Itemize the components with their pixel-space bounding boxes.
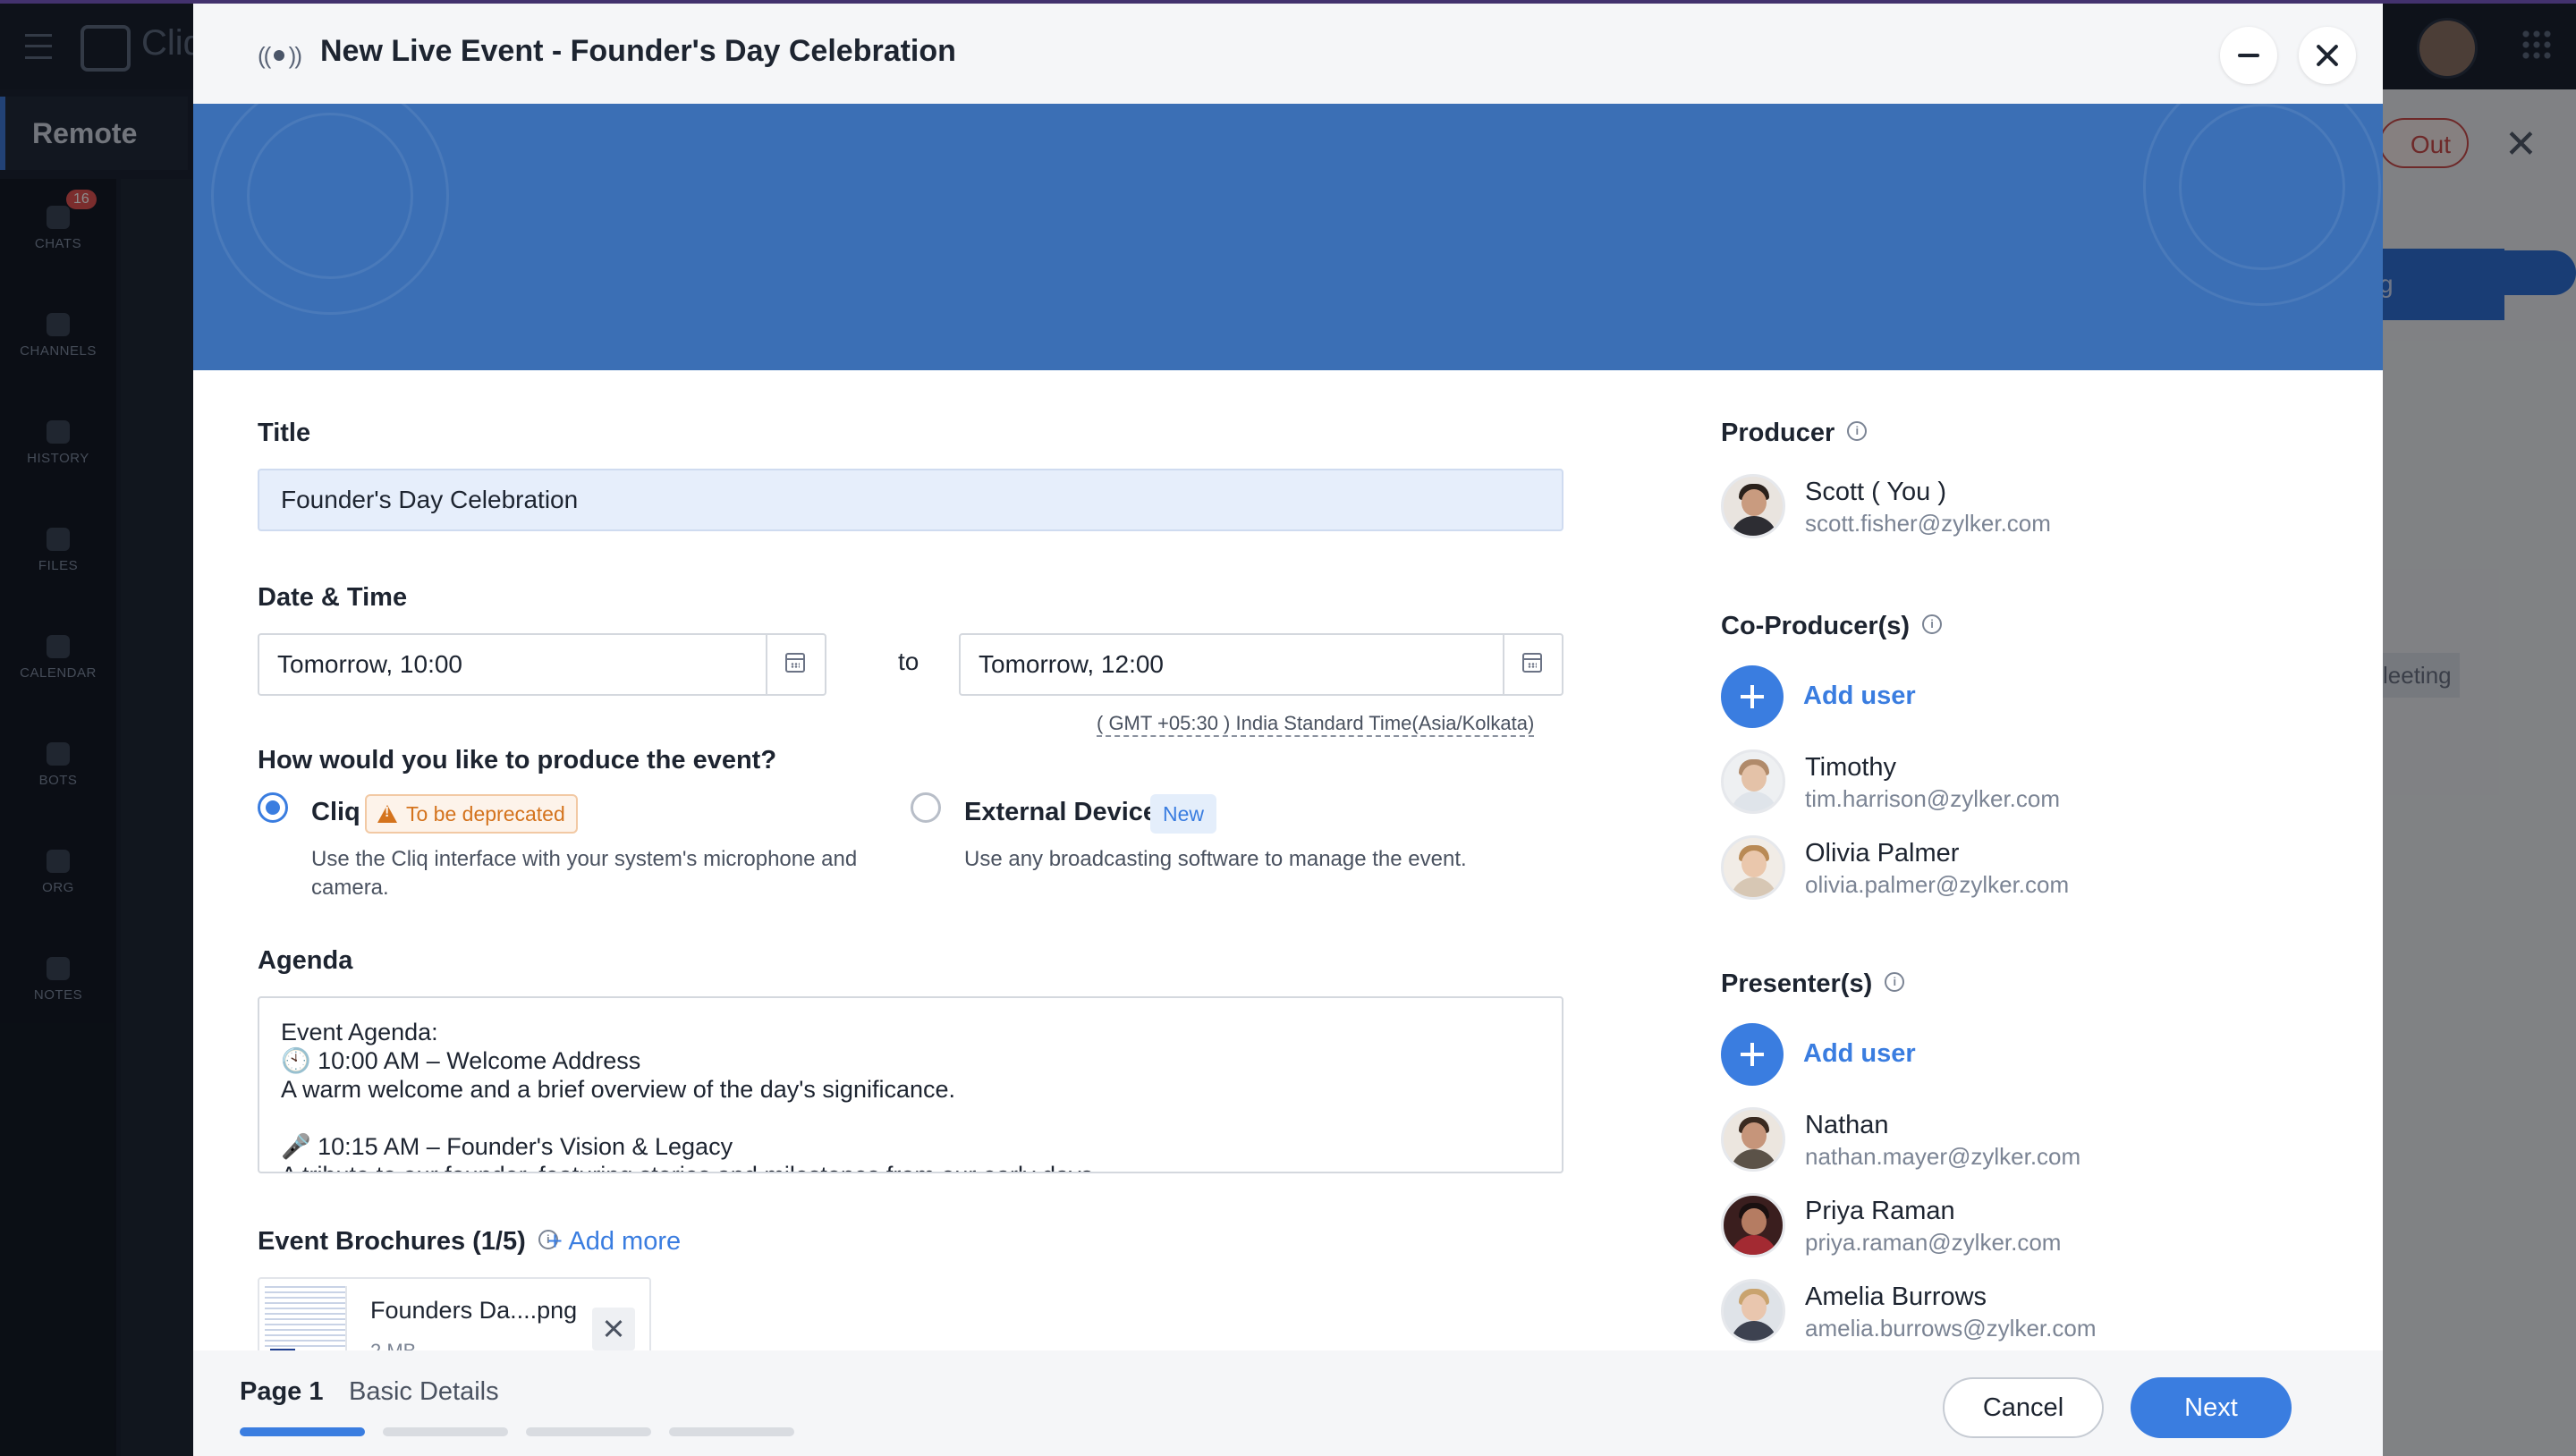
banner-ornament: [2179, 104, 2345, 270]
brochures-label-text: Event Brochures (1/5): [258, 1227, 526, 1256]
coproducer-name: Olivia Palmer: [1805, 839, 1960, 868]
info-icon[interactable]: i: [1847, 421, 1868, 442]
produce-question: How would you like to produce the event?: [258, 746, 777, 775]
cliq-option-desc-line1: Use the Cliq interface with your system'…: [311, 847, 858, 871]
brochures-label: Event Brochures (1/5) i: [258, 1227, 558, 1257]
external-option-radio[interactable]: [911, 792, 941, 823]
page-indicator: Page 1: [240, 1377, 324, 1406]
coproducer-name: Timothy: [1805, 753, 1897, 782]
avatar: [1721, 1279, 1785, 1343]
minimize-button[interactable]: [2220, 27, 2277, 84]
presenter-row: Nathan nathan.mayer@zylker.com: [1721, 1107, 2347, 1179]
presenter-email: priya.raman@zylker.com: [1805, 1229, 2062, 1256]
step-segment: [383, 1427, 508, 1436]
cliq-option-desc-line2: camera.: [311, 876, 389, 900]
producer-row: Scott ( You ) scott.fisher@zylker.com: [1721, 474, 2347, 546]
presenter-row: Amelia Burrows amelia.burrows@zylker.com: [1721, 1279, 2347, 1350]
add-user-label: Add user: [1803, 681, 1916, 710]
modal-content: Title Founder's Day Celebration Date & T…: [193, 370, 2383, 1350]
live-event-modal: New Live Event - Founder's Day Celebrati…: [193, 4, 2383, 1456]
step-segment: [240, 1427, 365, 1436]
start-datetime-value: Tomorrow, 10:00: [277, 650, 462, 678]
agenda-line: 🕙 10:00 AM – Welcome Address: [281, 1047, 641, 1074]
cliq-option-radio[interactable]: [258, 792, 288, 823]
deprecated-badge: To be deprecated: [365, 794, 578, 834]
agenda-label: Agenda: [258, 946, 353, 975]
title-input[interactable]: Founder's Day Celebration: [258, 469, 1563, 531]
step-segment: [669, 1427, 794, 1436]
presenter-label: Presenter(s) i: [1721, 969, 1905, 999]
producer-label: Producer i: [1721, 419, 1868, 448]
external-option-title[interactable]: External Device: [964, 798, 1157, 827]
title-label: Title: [258, 419, 311, 447]
add-coproducer-button[interactable]: Add user: [1721, 665, 2079, 730]
to-label: to: [898, 648, 919, 675]
info-icon[interactable]: i: [1922, 614, 1943, 635]
avatar: [1721, 835, 1785, 900]
start-datetime-field[interactable]: Tomorrow, 10:00: [258, 633, 826, 696]
producer-name: Scott ( You ): [1805, 478, 1946, 506]
agenda-line: [281, 1104, 1540, 1132]
start-calendar-button[interactable]: [766, 635, 825, 694]
presenter-row: Priya Raman priya.raman@zylker.com: [1721, 1193, 2347, 1265]
presenter-name: Nathan: [1805, 1111, 1889, 1139]
file-name: Founders Da....png: [370, 1297, 578, 1324]
modal-title: New Live Event - Founder's Day Celebrati…: [320, 34, 956, 68]
coproducer-row: Olivia Palmer olivia.palmer@zylker.com: [1721, 835, 2347, 907]
calendar-icon: [1522, 653, 1542, 673]
presenter-label-text: Presenter(s): [1721, 969, 1873, 998]
brochure-file-card: Founders Da....png 2 MB: [258, 1277, 651, 1350]
datetime-label: Date & Time: [258, 583, 408, 612]
presenter-email: amelia.burrows@zylker.com: [1805, 1315, 2097, 1342]
agenda-textarea[interactable]: Event Agenda: 🕙 10:00 AM – Welcome Addre…: [258, 996, 1563, 1173]
coproducer-label-text: Co-Producer(s): [1721, 612, 1911, 640]
coproducer-row: Timothy tim.harrison@zylker.com: [1721, 749, 2347, 821]
coproducer-email: olivia.palmer@zylker.com: [1805, 871, 2070, 898]
agenda-line: 🎤 10:15 AM – Founder's Vision & Legacy: [281, 1133, 733, 1160]
coproducer-email: tim.harrison@zylker.com: [1805, 785, 2061, 812]
end-datetime-field[interactable]: Tomorrow, 12:00: [959, 633, 1563, 696]
avatar: [1721, 749, 1785, 814]
modal-footer: Page 1 Basic Details Cancel Next: [193, 1350, 2383, 1456]
presenter-name: Priya Raman: [1805, 1197, 1955, 1225]
add-presenter-button[interactable]: Add user: [1721, 1023, 2079, 1088]
file-size: 2 MB: [370, 1340, 416, 1350]
coproducer-label: Co-Producer(s) i: [1721, 612, 1943, 641]
avatar: [1721, 474, 1785, 538]
plus-icon: [1721, 1023, 1784, 1086]
calendar-icon: [785, 653, 805, 673]
add-user-label: Add user: [1803, 1039, 1916, 1068]
info-icon[interactable]: i: [1885, 972, 1905, 993]
event-banner: [193, 104, 2383, 370]
agenda-line: Event Agenda:: [281, 1019, 438, 1045]
agenda-line: A tribute to our founder, featuring stor…: [281, 1161, 1540, 1172]
presenter-name: Amelia Burrows: [1805, 1282, 1987, 1311]
avatar: [1721, 1107, 1785, 1172]
remove-file-icon[interactable]: [592, 1308, 635, 1350]
plus-icon: [1721, 665, 1784, 728]
end-calendar-button[interactable]: [1503, 635, 1562, 694]
agenda-line: A warm welcome and a brief overview of t…: [281, 1076, 956, 1103]
new-badge: New: [1150, 794, 1217, 834]
external-option-desc: Use any broadcasting software to manage …: [964, 847, 1467, 871]
avatar: [1721, 1193, 1785, 1257]
step-title: Basic Details: [349, 1377, 499, 1406]
file-thumbnail[interactable]: [265, 1286, 347, 1350]
close-button[interactable]: [2299, 27, 2356, 84]
banner-ornament: [247, 113, 413, 279]
step-segment: [526, 1427, 651, 1436]
cliq-option-title[interactable]: Cliq: [311, 798, 360, 827]
presenter-email: nathan.mayer@zylker.com: [1805, 1143, 2081, 1170]
end-datetime-value: Tomorrow, 12:00: [979, 650, 1164, 678]
timezone-link[interactable]: ( GMT +05:30 ) India Standard Time(Asia/…: [1097, 712, 1535, 737]
cancel-button[interactable]: Cancel: [1943, 1377, 2104, 1438]
next-button[interactable]: Next: [2131, 1377, 2292, 1438]
modal-header: New Live Event - Founder's Day Celebrati…: [193, 4, 2383, 104]
add-more-link[interactable]: + Add more: [547, 1227, 681, 1257]
live-dot-icon: [274, 50, 284, 61]
producer-label-text: Producer: [1721, 419, 1835, 447]
producer-email: scott.fisher@zylker.com: [1805, 510, 2051, 537]
